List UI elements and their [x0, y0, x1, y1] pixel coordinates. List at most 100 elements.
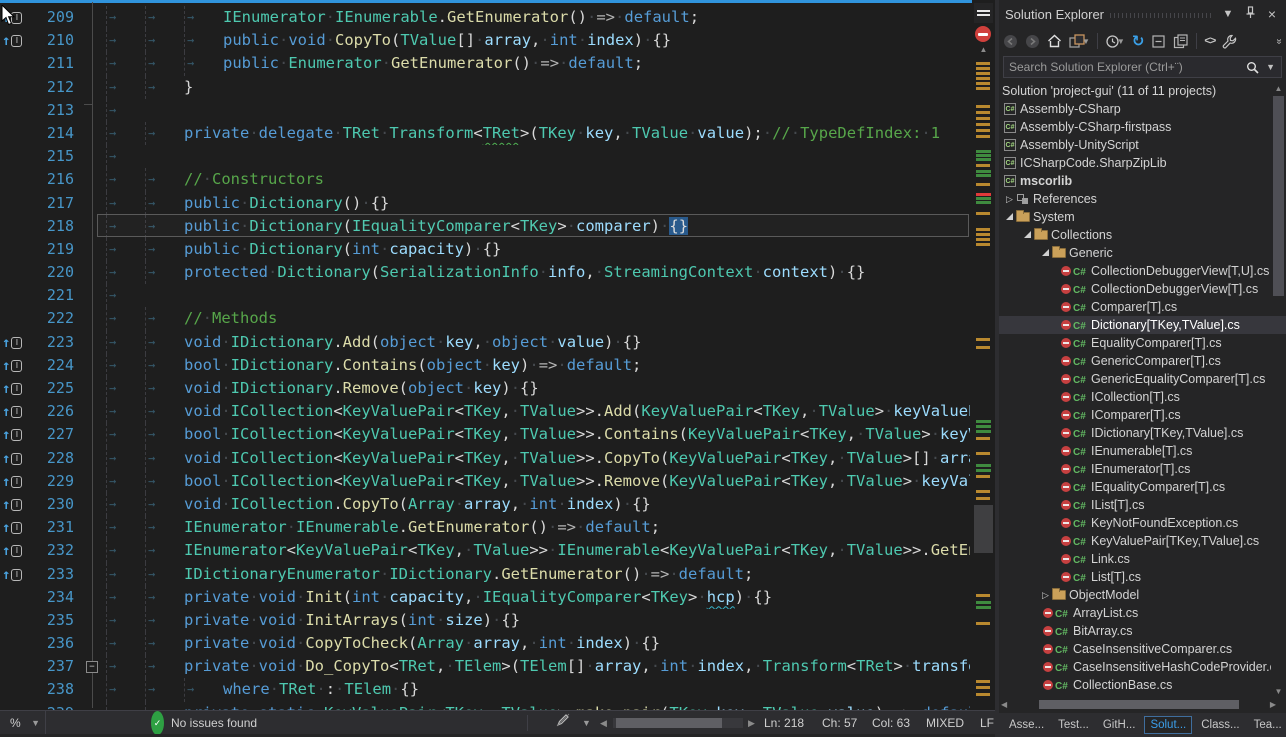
code-line[interactable]: 219→→public·Dictionary(int·capacity)·{} — [0, 238, 970, 261]
collapse-all-button[interactable] — [1151, 32, 1166, 50]
search-options-chevron-icon[interactable]: ▼ — [1266, 57, 1275, 77]
code-text[interactable]: →→void·IDictionary.Remove(object·key)·{} — [100, 377, 539, 400]
hscroll-right-arrow-icon[interactable]: ▶ — [1270, 700, 1276, 709]
tree-item-collectionbase-cs[interactable]: C#CollectionBase.cs — [999, 676, 1271, 694]
tree-item-icomparer-t-cs[interactable]: C#IComparer[T].cs — [999, 406, 1271, 424]
tree-item-collectiondebuggerview-t-u-cs[interactable]: C#CollectionDebuggerView[T,U].cs — [999, 262, 1271, 280]
tree-item-system[interactable]: System — [999, 208, 1271, 226]
code-line[interactable]: ↑I226→→void·ICollection<KeyValuePair<TKe… — [0, 400, 970, 423]
code-text[interactable]: →→} — [100, 76, 193, 99]
edit-mode-pencil-icon[interactable] — [556, 711, 570, 735]
implements-interface-glyph-icon[interactable]: ↑I — [2, 400, 28, 423]
implements-interface-glyph-icon[interactable]: ↑I — [2, 563, 28, 586]
search-input[interactable]: Search Solution Explorer (Ctrl+¨) ▼ — [1003, 56, 1282, 78]
hscroll-right-arrow-icon[interactable]: ▶ — [748, 711, 755, 735]
code-line[interactable]: ↑I224→→bool·IDictionary.Contains(object·… — [0, 354, 970, 377]
tree-item-collections[interactable]: Collections — [999, 226, 1271, 244]
search-icon[interactable] — [1246, 60, 1259, 80]
switch-views-button[interactable]: ▼ — [1069, 32, 1090, 50]
code-line[interactable]: ↑I230→→void·ICollection.CopyTo(Array·arr… — [0, 493, 970, 516]
implements-interface-glyph-icon[interactable]: ↑I — [2, 539, 28, 562]
issues-check-icon[interactable]: ✓ — [151, 711, 164, 735]
tree-item-list-t-cs[interactable]: C#List[T].cs — [999, 568, 1271, 586]
tool-window-tab-solut[interactable]: Solut... — [1144, 716, 1192, 734]
code-line[interactable]: ↑I209→→→IEnumerator·IEnumerable.GetEnume… — [0, 6, 970, 29]
close-icon[interactable]: × — [1264, 6, 1280, 22]
code-text[interactable]: →→private·void·Init(int·capacity,·IEqual… — [100, 586, 772, 609]
tree-item-keynotfoundexception-cs[interactable]: C#KeyNotFoundException.cs — [999, 514, 1271, 532]
expander-collapsed-icon[interactable]: ▷ — [1003, 190, 1016, 208]
implements-interface-glyph-icon[interactable]: ↑I — [2, 470, 28, 493]
implements-interface-glyph-icon[interactable]: ↑I — [2, 447, 28, 470]
code-line[interactable]: 218→→public·Dictionary(IEqualityComparer… — [0, 215, 970, 238]
code-text[interactable]: →→//·Methods — [100, 307, 277, 330]
properties-wrench-icon[interactable] — [1222, 32, 1237, 50]
tree-item-references[interactable]: ▷References — [999, 190, 1271, 208]
tool-window-tab-test[interactable]: Test... — [1053, 717, 1094, 733]
tree-item-genericcomparer-t-cs[interactable]: C#GenericComparer[T].cs — [999, 352, 1271, 370]
code-text[interactable]: →→void·ICollection<KeyValuePair<TKey,·TV… — [100, 400, 970, 423]
tree-item-ilist-t-cs[interactable]: C#IList[T].cs — [999, 496, 1271, 514]
tree-item-link-cs[interactable]: C#Link.cs — [999, 550, 1271, 568]
code-text[interactable]: →→//·Constructors — [100, 168, 324, 191]
code-text[interactable]: →→→IEnumerator·IEnumerable.GetEnumerator… — [100, 6, 699, 29]
tool-window-tab-gith[interactable]: GitH... — [1098, 717, 1141, 733]
tree-item-caseinsensitivecomparer-cs[interactable]: C#CaseInsensitiveComparer.cs — [999, 640, 1271, 658]
expander-expanded-icon[interactable] — [1039, 244, 1052, 262]
code-line[interactable]: ↑I225→→void·IDictionary.Remove(object·ke… — [0, 377, 970, 400]
implements-interface-glyph-icon[interactable]: ↑I — [2, 29, 28, 52]
code-text[interactable]: →→private·void·Do_CopyTo<TRet,·TElem>(TE… — [100, 655, 970, 678]
code-line[interactable]: 216→→//·Constructors — [0, 168, 970, 191]
code-line[interactable]: 211→→→public·Enumerator·GetEnumerator()·… — [0, 52, 970, 75]
code-text[interactable]: →→void·IDictionary.Add(object·key,·objec… — [100, 331, 641, 354]
tree-item-idictionary-tkey-tvalue-cs[interactable]: C#IDictionary[TKey,TValue].cs — [999, 424, 1271, 442]
code-text[interactable]: →→bool·ICollection<KeyValuePair<TKey,·TV… — [100, 423, 970, 446]
code-text[interactable]: →→private·static·KeyValuePair<TKey,·TVal… — [100, 702, 970, 710]
hscroll-left-arrow-icon[interactable]: ◀ — [1001, 700, 1007, 709]
code-text[interactable]: →→private·void·InitArrays(int·size)·{} — [100, 609, 520, 632]
code-text[interactable]: →→public·Dictionary(IEqualityComparer<TK… — [100, 215, 688, 238]
tree-item-solution-project-gui-11-of-11-projects-[interactable]: Solution 'project-gui' (11 of 11 project… — [999, 82, 1271, 100]
tool-window-tab-asse[interactable]: Asse... — [1004, 717, 1049, 733]
tree-item-arraylist-cs[interactable]: C#ArrayList.cs — [999, 604, 1271, 622]
code-line[interactable]: 235→→private·void·InitArrays(int·size)·{… — [0, 609, 970, 632]
tree-horizontal-scrollbar[interactable]: ◀ ▶ — [999, 698, 1286, 711]
code-line[interactable]: 220→→protected·Dictionary(SerializationI… — [0, 261, 970, 284]
window-position-chevron-icon[interactable]: ▼ — [1220, 8, 1236, 20]
code-line[interactable]: ↑I223→→void·IDictionary.Add(object·key,·… — [0, 331, 970, 354]
code-line[interactable]: 212→→} — [0, 76, 970, 99]
expander-collapsed-icon[interactable]: ▷ — [1039, 586, 1052, 604]
tree-item-comparer-t-cs[interactable]: C#Comparer[T].cs — [999, 298, 1271, 316]
implements-interface-glyph-icon[interactable]: ↑I — [2, 493, 28, 516]
title-drag-grip[interactable] — [1110, 13, 1214, 18]
code-text[interactable]: →→→where·TRet·:·TElem·{} — [100, 678, 419, 701]
implements-interface-glyph-icon[interactable]: ↑I — [2, 6, 28, 29]
hscroll-thumb[interactable] — [1039, 700, 1239, 709]
implements-interface-glyph-icon[interactable]: ↑I — [2, 354, 28, 377]
code-text[interactable]: → — [100, 145, 145, 168]
code-text[interactable]: →→void·ICollection.CopyTo(Array·array,·i… — [100, 493, 651, 516]
hscroll-left-arrow-icon[interactable]: ◀ — [600, 711, 607, 735]
code-line[interactable]: 222→→//·Methods — [0, 307, 970, 330]
code-line[interactable]: 213→ — [0, 99, 970, 122]
tree-item-icollection-t-cs[interactable]: C#ICollection[T].cs — [999, 388, 1271, 406]
code-text[interactable]: →→IEnumerator·IEnumerable.GetEnumerator(… — [100, 516, 660, 539]
tree-item-collectiondebuggerview-t-cs[interactable]: C#CollectionDebuggerView[T].cs — [999, 280, 1271, 298]
code-text[interactable]: →→void·ICollection<KeyValuePair<TKey,·TV… — [100, 447, 970, 470]
tree-item-ienumerable-t-cs[interactable]: C#IEnumerable[T].cs — [999, 442, 1271, 460]
code-lines-container[interactable]: ↑I209→→→IEnumerator·IEnumerable.GetEnume… — [0, 6, 970, 710]
implements-interface-glyph-icon[interactable]: ↑I — [2, 331, 28, 354]
code-text[interactable]: →→bool·ICollection<KeyValuePair<TKey,·TV… — [100, 470, 970, 493]
code-line[interactable]: ↑I229→→bool·ICollection<KeyValuePair<TKe… — [0, 470, 970, 493]
code-text[interactable]: →→private·delegate·TRet·Transform<TRet>(… — [100, 122, 940, 145]
code-text[interactable]: →→public·Dictionary()·{} — [100, 192, 389, 215]
tree-item-ienumerator-t-cs[interactable]: C#IEnumerator[T].cs — [999, 460, 1271, 478]
code-line[interactable]: 217→→public·Dictionary()·{} — [0, 192, 970, 215]
editor-split-handle-icon[interactable] — [974, 3, 993, 23]
home-button[interactable] — [1047, 32, 1062, 50]
pending-changes-filter-button[interactable]: ▼ — [1105, 32, 1125, 50]
scrollbar-thumb[interactable] — [1273, 96, 1284, 296]
tree-item-iequalitycomparer-t-cs[interactable]: C#IEqualityComparer[T].cs — [999, 478, 1271, 496]
code-line[interactable]: 239→→private·static·KeyValuePair<TKey,·T… — [0, 702, 970, 710]
code-editor[interactable]: ↑I209→→→IEnumerator·IEnumerable.GetEnume… — [0, 0, 995, 710]
